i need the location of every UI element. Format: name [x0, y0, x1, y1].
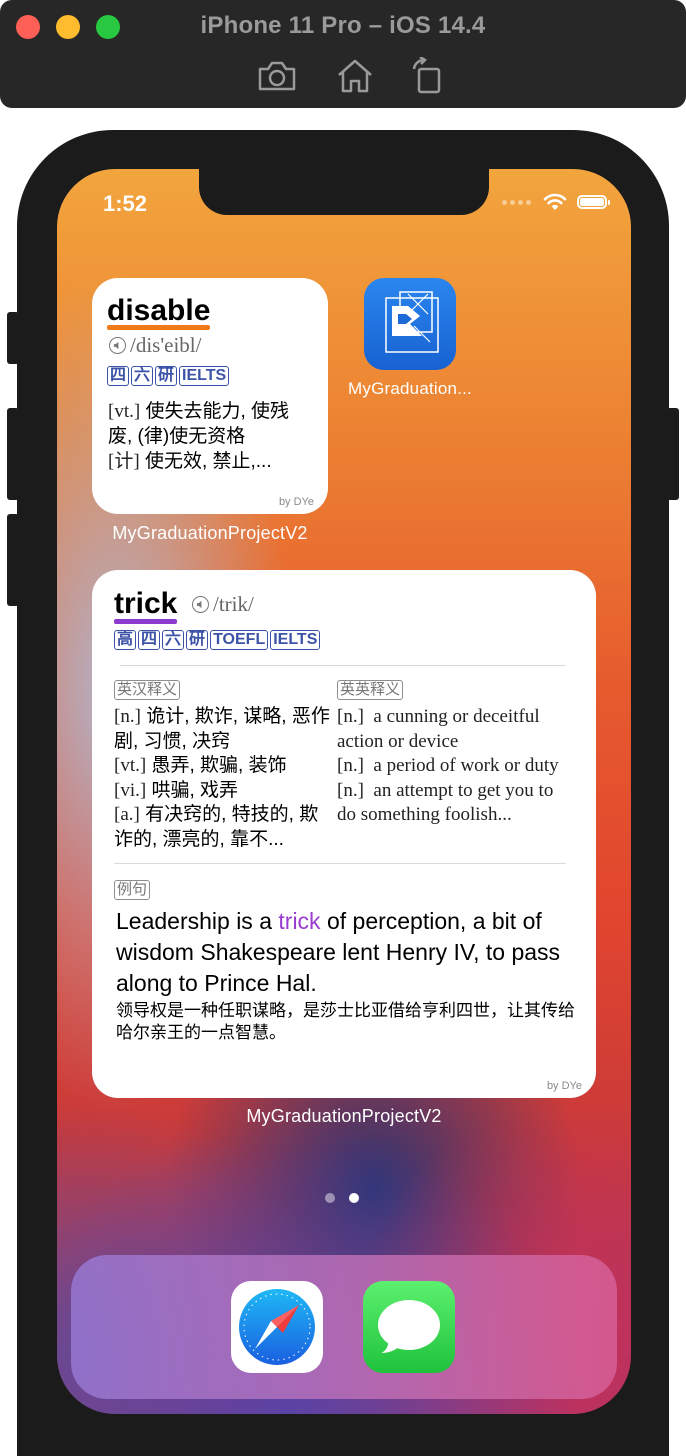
tag-ielts: IELTS — [270, 630, 321, 650]
speaker-icon[interactable] — [192, 596, 209, 613]
word-underline — [114, 619, 178, 624]
simulator-toolbar: iPhone 11 Pro – iOS 14.4 — [0, 0, 686, 108]
definition-line: [n.] a cunning or deceitful action or de… — [337, 706, 540, 752]
cn-definitions: 英汉释义 [n.] 诡计, 欺诈, 谋略, 恶作剧, 习惯, 决窍 [vt.] … — [114, 680, 332, 852]
definition-line: [n.] a period of work or duty — [337, 755, 559, 776]
exam-tags: 高 四 六 研 TOEFL IELTS — [114, 630, 321, 650]
home-screen: 1:52 disable /dis'eibl/ 四 六 研 IELTS [vt.… — [57, 169, 631, 1414]
phonetic: /dis'eibl/ — [109, 333, 201, 358]
small-word-widget[interactable]: disable /dis'eibl/ 四 六 研 IELTS [vt.] 使失去… — [92, 278, 328, 514]
tag-postgrad: 研 — [186, 630, 209, 650]
tag-cet6: 六 — [131, 366, 154, 386]
page-dot-active[interactable] — [349, 1193, 359, 1203]
definitions: [vt.] 使失去能力, 使残废, (律)使无资格 [计] 使无效, 禁止,..… — [108, 399, 313, 474]
divider — [120, 665, 566, 666]
widget-word: disable — [107, 294, 211, 330]
tag-cet4: 四 — [138, 630, 161, 650]
compass-icon — [239, 1289, 315, 1365]
my-graduation-app-icon[interactable] — [364, 278, 456, 370]
status-time: 1:52 — [103, 191, 148, 216]
tag-ielts: IELTS — [179, 366, 230, 386]
power-button — [667, 408, 679, 500]
app-logo-icon — [385, 291, 439, 353]
tag-postgrad: 研 — [155, 366, 178, 386]
widget-label: MyGraduationProjectV2 — [112, 523, 308, 543]
definition-line: [计] 使无效, 禁止,... — [108, 451, 272, 472]
definition-line: [a.] 有决窍的, 特技的, 欺诈的, 漂亮的, 靠不... — [114, 804, 319, 850]
page-indicator[interactable] — [325, 1193, 359, 1203]
definition-line: [vi.] 哄骗, 戏弄 — [114, 779, 239, 801]
large-word-widget[interactable]: trick /trik/ 高 四 六 研 TOEFL IELTS 英汉释义 [n… — [92, 570, 596, 1098]
volume-down-button — [7, 514, 19, 606]
example-highlight: trick — [278, 908, 321, 934]
byline: by DYe — [546, 1080, 582, 1092]
dock — [71, 1255, 617, 1399]
simulator-title: iPhone 11 Pro – iOS 14.4 — [200, 12, 486, 39]
page-dot[interactable] — [325, 1193, 335, 1203]
rotate-button[interactable] — [405, 56, 449, 96]
screenshot-button[interactable] — [255, 56, 299, 96]
mute-switch — [7, 312, 19, 364]
tag-gaokao: 高 — [114, 630, 137, 650]
divider — [114, 863, 566, 864]
cn-section-label: 英汉释义 — [114, 680, 181, 700]
example-sentence: Leadership is a trick of perception, a b… — [116, 908, 561, 996]
example-translation: 领导权是一种任职谋略，是莎士比亚借给亨利四世，让其传给哈尔亲王的一点智慧。 — [116, 1001, 575, 1042]
app-icon-label: MyGraduation... — [348, 379, 472, 398]
definition-line: [n.] 诡计, 欺诈, 谋略, 恶作剧, 习惯, 决窍 — [114, 706, 330, 752]
byline: by DYe — [278, 496, 314, 508]
widget-label: MyGraduationProjectV2 — [246, 1106, 442, 1126]
status-icons — [502, 193, 610, 211]
exam-tags: 四 六 研 IELTS — [107, 366, 230, 386]
cn-definition-list: [n.] 诡计, 欺诈, 谋略, 恶作剧, 习惯, 决窍 [vt.] 愚弄, 欺… — [114, 705, 332, 852]
notch — [199, 169, 489, 215]
home-icon — [338, 59, 372, 93]
wifi-icon — [543, 193, 567, 210]
home-button[interactable] — [333, 56, 377, 96]
phonetic: /trik/ — [192, 592, 254, 617]
en-section-label: 英英释义 — [337, 680, 404, 700]
tag-cet4: 四 — [107, 366, 130, 386]
definition-line: [n.] an attempt to get you to do somethi… — [337, 779, 554, 826]
speaker-icon[interactable] — [109, 337, 126, 354]
safari-app-icon[interactable] — [231, 1281, 323, 1373]
tag-cet6: 六 — [162, 630, 185, 650]
cellular-signal-icon — [502, 199, 531, 205]
speech-bubble-icon — [378, 1300, 440, 1353]
camera-icon — [258, 61, 296, 91]
en-definition-list: [n.] a cunning or deceitful action or de… — [337, 705, 573, 828]
example-section-label: 例句 — [114, 880, 151, 900]
definition-line: [vt.] 使失去能力, 使残废, (律)使无资格 — [108, 401, 290, 447]
widget-word: trick — [114, 587, 178, 624]
tag-toefl: TOEFL — [210, 630, 269, 650]
messages-app-icon[interactable] — [363, 1281, 455, 1373]
word-underline — [107, 325, 211, 330]
en-definitions: 英英释义 [n.] a cunning or deceitful action … — [337, 680, 573, 828]
definition-line: [vt.] 愚弄, 欺骗, 装饰 — [114, 755, 287, 776]
rotate-icon — [412, 57, 441, 94]
volume-up-button — [7, 408, 19, 500]
battery-icon — [577, 195, 610, 209]
